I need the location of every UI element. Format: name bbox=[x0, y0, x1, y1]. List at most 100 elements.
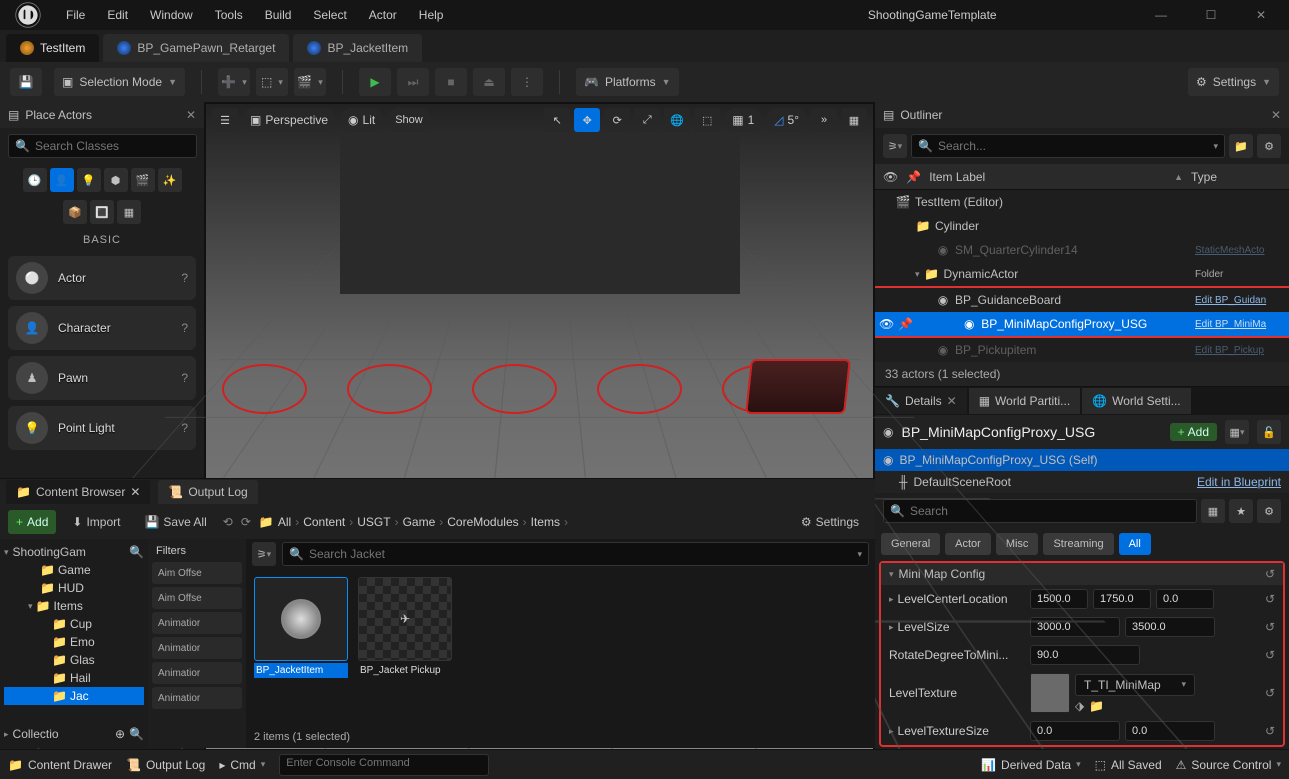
tab-jacketitem[interactable]: BP_JacketItem bbox=[293, 34, 422, 62]
outliner-row[interactable]: 🎬 TestItem (Editor) bbox=[875, 190, 1289, 214]
surface-snap-button[interactable]: ⬚ bbox=[694, 108, 720, 132]
menu-edit[interactable]: Edit bbox=[107, 8, 128, 22]
menu-window[interactable]: Window bbox=[150, 8, 193, 22]
filter-row[interactable]: Aim Offse bbox=[152, 587, 242, 609]
play-options-button[interactable]: ⋮ bbox=[511, 68, 543, 96]
reset-icon[interactable]: ↺ bbox=[1265, 724, 1275, 738]
all-link[interactable]: All bbox=[278, 515, 291, 529]
filter-row[interactable]: Animatior bbox=[152, 662, 242, 684]
tab-testitem[interactable]: TestItem bbox=[6, 34, 99, 62]
menu-file[interactable]: File bbox=[66, 8, 85, 22]
tree-item[interactable]: 📁Hail bbox=[4, 669, 144, 687]
reset-icon[interactable]: ↺ bbox=[1265, 648, 1275, 662]
all-category-button[interactable]: ▦ bbox=[117, 200, 141, 224]
property-matrix-button[interactable]: ▦ bbox=[1201, 499, 1225, 523]
reset-icon[interactable]: ↺ bbox=[1265, 567, 1275, 581]
collections-header[interactable]: Collectio bbox=[13, 727, 111, 741]
filter-row[interactable]: Animatior bbox=[152, 612, 242, 634]
asset-bp-jacketitem[interactable]: BP_JacketItem bbox=[254, 577, 348, 718]
outliner-row[interactable]: ◉ BP_Pickupitem Edit BP_Pickup bbox=[875, 338, 1289, 362]
pin-icon[interactable]: 📌 bbox=[898, 317, 913, 331]
settings-button[interactable]: ⚙ Settings ▼ bbox=[1188, 68, 1279, 96]
z-input[interactable]: 0.0 bbox=[1156, 589, 1214, 609]
info-icon[interactable]: ? bbox=[181, 271, 188, 285]
filter-all[interactable]: All bbox=[1119, 533, 1151, 555]
scale-tool-button[interactable]: ⤢ bbox=[634, 108, 660, 132]
cinematics-button[interactable]: 🎬▾ bbox=[294, 68, 326, 96]
crumb[interactable]: CoreModules bbox=[447, 515, 518, 529]
filter-button[interactable]: ⚞▾ bbox=[252, 542, 276, 566]
cmd-button[interactable]: ▸Cmd▾ bbox=[219, 758, 265, 772]
camera-speed-button[interactable]: » bbox=[811, 108, 837, 132]
history-back-button[interactable]: ⟲ bbox=[223, 515, 233, 529]
filter-button[interactable]: ⚞▾ bbox=[883, 134, 907, 158]
tree-item[interactable]: 📁Cup bbox=[4, 615, 144, 633]
add-icon[interactable]: ⊕ bbox=[115, 727, 125, 741]
tree-item[interactable]: 📁Emo bbox=[4, 633, 144, 651]
reset-icon[interactable]: ↺ bbox=[1265, 686, 1275, 700]
translate-tool-button[interactable]: ✥ bbox=[574, 108, 600, 132]
angle-snap-button[interactable]: ◿5° bbox=[766, 108, 807, 132]
add-component-button[interactable]: +Add bbox=[1170, 423, 1217, 441]
add-folder-button[interactable]: 📁 bbox=[1229, 134, 1253, 158]
filter-row[interactable]: Aim Offse bbox=[152, 562, 242, 584]
tree-item[interactable]: 📁HUD bbox=[4, 579, 144, 597]
type-link[interactable]: Edit BP_MiniMa bbox=[1195, 319, 1285, 330]
visibility-icon[interactable]: 👁 bbox=[879, 317, 894, 331]
tab-world-settings[interactable]: 🌐World Setti... bbox=[1082, 388, 1190, 414]
menu-actor[interactable]: Actor bbox=[369, 8, 397, 22]
platforms-button[interactable]: 🎮 Platforms ▼ bbox=[576, 68, 679, 96]
coord-button[interactable]: 🌐 bbox=[664, 108, 690, 132]
y-input[interactable]: 3500.0 bbox=[1125, 617, 1215, 637]
stop-button[interactable]: ■ bbox=[435, 68, 467, 96]
cb-settings-button[interactable]: ⚙Settings bbox=[793, 510, 867, 534]
outliner-row[interactable]: ◉ SM_QuarterCylinder14 StaticMeshActo bbox=[875, 238, 1289, 262]
tab-output-log[interactable]: 📜Output Log bbox=[158, 480, 257, 504]
close-icon[interactable]: ✕ bbox=[130, 485, 140, 499]
outliner-row[interactable]: ▾ 📁 DynamicActor Folder bbox=[875, 262, 1289, 286]
menu-build[interactable]: Build bbox=[265, 8, 292, 22]
maximize-viewport-button[interactable]: ▦ bbox=[841, 108, 867, 132]
lights-category-button[interactable]: 💡 bbox=[77, 168, 101, 192]
menu-help[interactable]: Help bbox=[419, 8, 444, 22]
derived-data-button[interactable]: 📊Derived Data▾ bbox=[981, 758, 1081, 772]
tree-item[interactable]: ▾📁Items bbox=[4, 597, 144, 615]
output-log-button[interactable]: 📜Output Log bbox=[126, 758, 205, 772]
details-settings-button[interactable]: ⚙ bbox=[1257, 499, 1281, 523]
close-button[interactable]: ✕ bbox=[1241, 8, 1281, 22]
view-mode-button[interactable]: ▣Perspective bbox=[242, 108, 336, 132]
favorites-button[interactable]: ★ bbox=[1229, 499, 1253, 523]
edit-blueprint-link[interactable]: Edit in Blueprint bbox=[1197, 475, 1281, 489]
rotate-tool-button[interactable]: ⟳ bbox=[604, 108, 630, 132]
lighting-button[interactable]: ◉Lit bbox=[340, 108, 383, 132]
tab-content-browser[interactable]: 📁Content Browser✕ bbox=[6, 480, 150, 504]
info-icon[interactable]: ? bbox=[181, 371, 188, 385]
filter-row[interactable]: Animatior bbox=[152, 637, 242, 659]
fx-category-button[interactable]: ✨ bbox=[158, 168, 182, 192]
lock-button[interactable]: 🔓 bbox=[1257, 420, 1281, 444]
info-icon[interactable]: ? bbox=[181, 321, 188, 335]
marketplace-button[interactable]: ⬚▾ bbox=[256, 68, 288, 96]
history-fwd-button[interactable]: ⟳ bbox=[241, 515, 251, 529]
tree-item[interactable]: 📁Glas bbox=[4, 651, 144, 669]
tree-header[interactable]: ShootingGam bbox=[13, 545, 126, 559]
visibility-col[interactable]: 👁 bbox=[883, 170, 898, 184]
filter-streaming[interactable]: Streaming bbox=[1043, 533, 1113, 555]
viewport-menu-button[interactable]: ☰ bbox=[212, 108, 238, 132]
settings-button[interactable]: ⚙ bbox=[1257, 134, 1281, 158]
basic-category-button[interactable]: 👤 bbox=[50, 168, 74, 192]
add-button[interactable]: +Add bbox=[8, 510, 56, 534]
minimize-button[interactable]: — bbox=[1141, 8, 1181, 22]
menu-tools[interactable]: Tools bbox=[215, 8, 243, 22]
filter-row[interactable]: Animatior bbox=[152, 687, 242, 709]
blueprint-button[interactable]: ▦▾ bbox=[1225, 420, 1249, 444]
tab-world-partition[interactable]: ▦World Partiti... bbox=[969, 388, 1080, 414]
all-saved-button[interactable]: ⬚All Saved bbox=[1095, 758, 1162, 772]
search-icon[interactable]: 🔍 bbox=[129, 545, 144, 559]
maximize-button[interactable]: ☐ bbox=[1191, 8, 1231, 22]
add-content-button[interactable]: ➕▾ bbox=[218, 68, 250, 96]
search-classes-input[interactable]: 🔍 bbox=[8, 134, 197, 158]
content-drawer-button[interactable]: 📁Content Drawer bbox=[8, 758, 112, 772]
eject-button[interactable]: ⏏ bbox=[473, 68, 505, 96]
recent-category-button[interactable]: 🕒 bbox=[23, 168, 47, 192]
